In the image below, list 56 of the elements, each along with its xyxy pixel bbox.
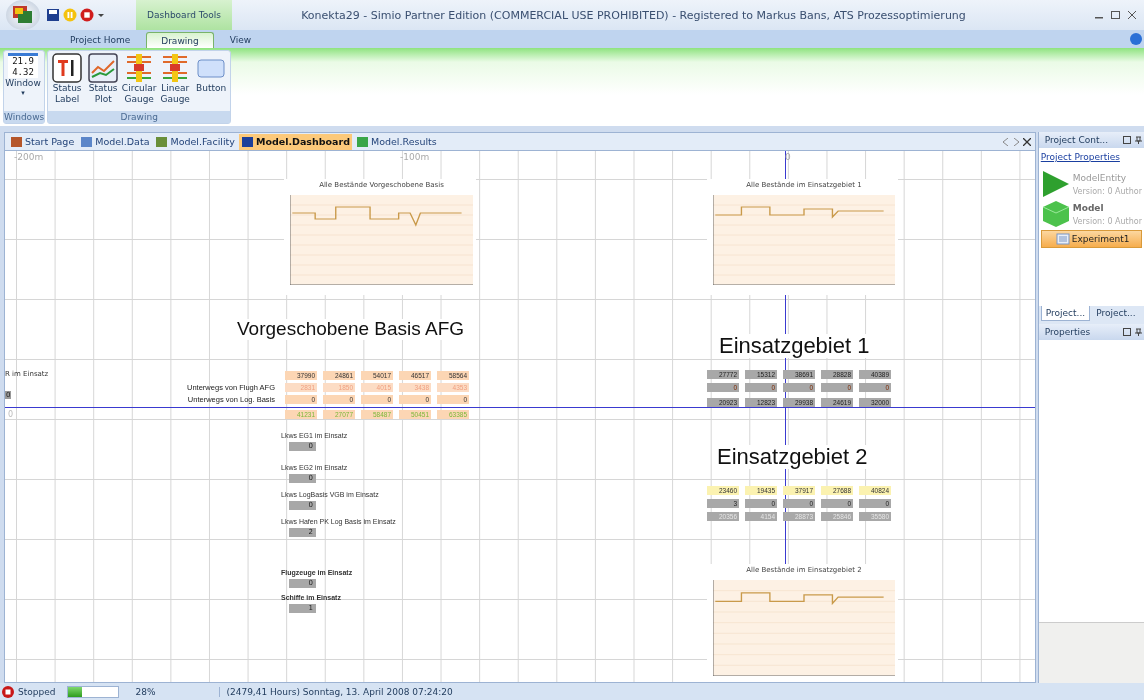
ribbon-tab[interactable]: Project Home — [56, 32, 145, 48]
project-properties-link[interactable]: Project Properties — [1040, 152, 1142, 162]
document-tab[interactable]: Model.Dashboard — [238, 133, 352, 150]
plot-icon — [88, 53, 119, 83]
text-icon — [52, 53, 83, 83]
ribbon-button[interactable]: Circular Gauge — [122, 53, 157, 109]
document-tab[interactable]: Model.Results — [353, 133, 439, 150]
axis-label: -200m — [14, 152, 44, 162]
tab-icon — [80, 135, 94, 148]
close-icon[interactable] — [1128, 11, 1136, 19]
stop-icon[interactable] — [80, 8, 94, 22]
panel-tab[interactable]: Project... — [1040, 306, 1091, 321]
ribbon-tab[interactable]: Drawing — [146, 32, 214, 48]
ribbon-button[interactable]: Linear Gauge — [158, 53, 193, 109]
simulation-time: (2479,41 Hours) Sonntag, 13. April 2008 07:24:20 — [219, 686, 453, 697]
tab-icon — [355, 135, 369, 148]
run-state: Stopped — [18, 686, 56, 697]
dropdown-icon[interactable] — [97, 11, 105, 19]
float-icon[interactable] — [1123, 136, 1131, 144]
pin-icon[interactable] — [1135, 328, 1142, 336]
project-item[interactable]: Model Version: 0 Author — [1040, 200, 1142, 228]
save-icon[interactable] — [46, 8, 60, 22]
document-tab[interactable]: Start Page — [8, 133, 77, 150]
ribbon-tab[interactable]: View — [215, 32, 266, 48]
triangle-icon — [1040, 170, 1071, 198]
help-icon[interactable] — [1130, 33, 1142, 45]
tab-icon — [240, 135, 254, 148]
stopped-icon — [2, 685, 14, 698]
panel-tab[interactable]: Project... — [1092, 306, 1140, 320]
ribbon-button[interactable]: Status Plot — [86, 53, 121, 109]
progress-reading: 28% — [134, 686, 157, 697]
ribbon-button[interactable]: Status Label — [50, 53, 85, 109]
cube-icon — [1040, 200, 1071, 228]
tab-icon — [10, 135, 23, 148]
document-tab[interactable]: Model.Facility — [153, 133, 237, 150]
float-icon[interactable] — [1123, 328, 1131, 336]
pin-icon[interactable] — [1135, 136, 1142, 144]
panel-title: Project Cont... — [1044, 135, 1109, 145]
window-title: Konekta29 - Simio Partner Edition (COMMERCIAL USE PROHIBITED) - Registered to Markus Bans, ATS Prozessoptimierung — [300, 8, 967, 22]
panel-title: Properties — [1044, 327, 1091, 337]
tab-icon — [155, 135, 169, 148]
ribbon-button[interactable]: Button — [194, 53, 229, 109]
section-heading: Einsatzgebiet 2 — [715, 445, 870, 470]
maximize-icon[interactable] — [1111, 11, 1120, 19]
next-icon[interactable] — [1012, 137, 1019, 146]
axis-label: 0 — [8, 410, 14, 419]
previous-icon[interactable] — [1002, 137, 1009, 146]
project-item[interactable]: Experiment1 — [1040, 230, 1142, 248]
list-icon — [1055, 233, 1070, 245]
axis-label: -100m — [400, 152, 430, 162]
context-tab-label: Dashboard Tools — [136, 0, 232, 30]
ribbon-group: Status Label Status Plot Circular Gauge Linear Gauge Button Drawing — [47, 50, 232, 124]
document-tab[interactable]: Model.Data — [78, 133, 152, 150]
section-heading: Einsatzgebiet 1 — [717, 334, 872, 359]
axis-label: 0 — [785, 152, 791, 162]
close-icon[interactable] — [1022, 137, 1031, 146]
